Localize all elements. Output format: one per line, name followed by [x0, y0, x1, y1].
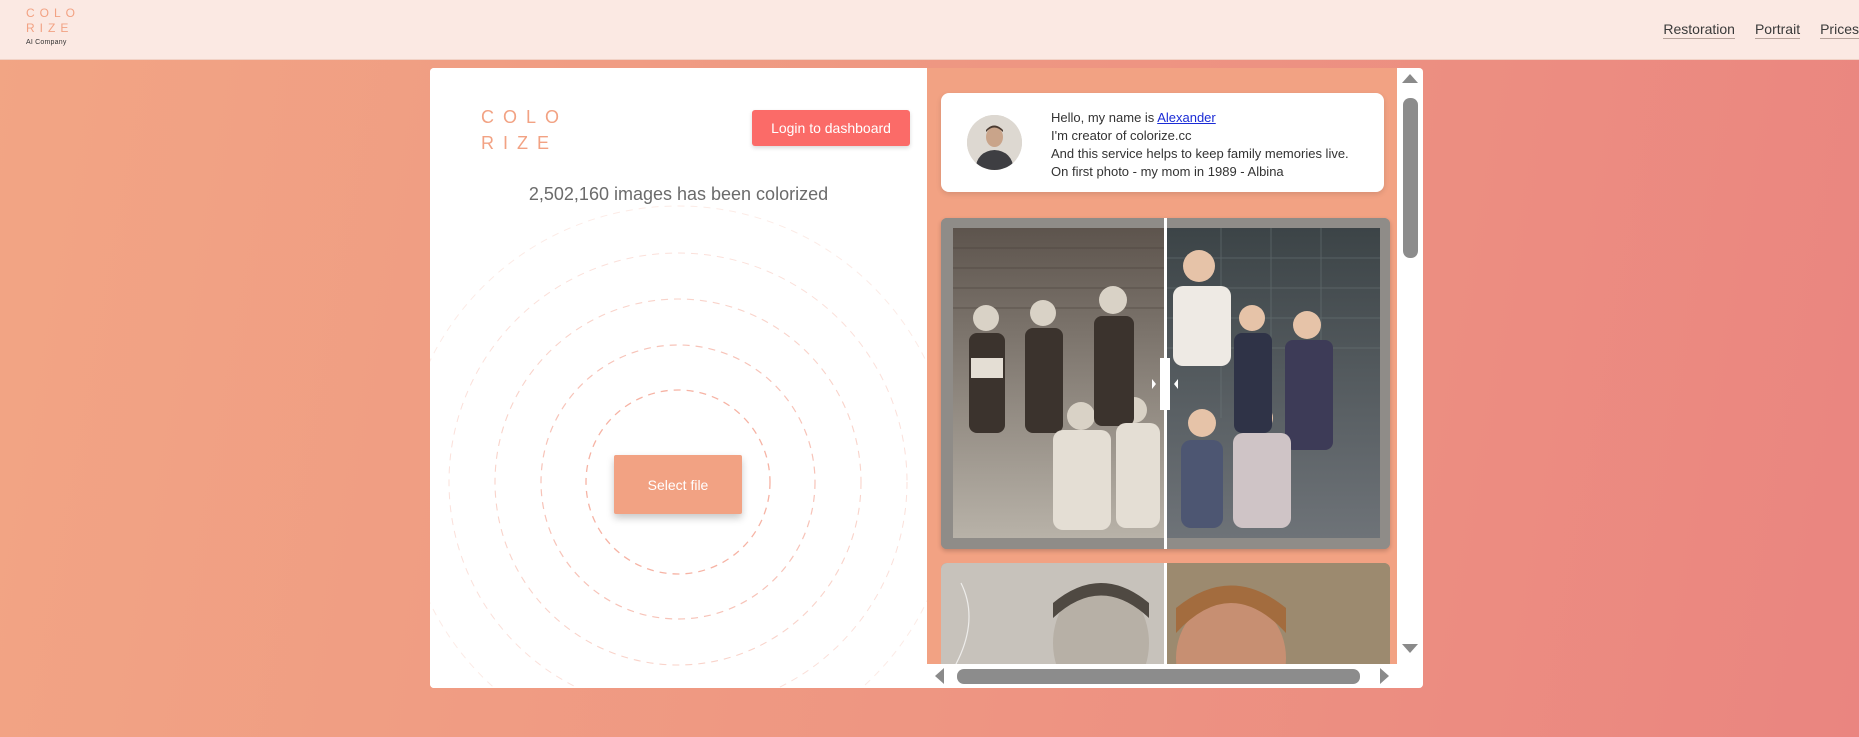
nav-link-portrait[interactable]: Portrait: [1754, 21, 1801, 39]
main-card: COLO RIZE Login to dashboard 2,502,160 i…: [430, 68, 1423, 688]
examples-pane[interactable]: Hello, my name is Alexander I'm creator …: [927, 68, 1423, 688]
brand-line-1: COLO: [26, 6, 81, 20]
logo-line-2: RIZE: [481, 133, 559, 153]
horizontal-scroll-thumb: [957, 669, 1360, 684]
scroll-right-icon: [1380, 668, 1389, 684]
scroll-left-icon: [935, 668, 944, 684]
brand-tagline: AI Company: [26, 39, 67, 46]
brand-line-2: RIZE: [26, 21, 74, 35]
intro-line-4: On first photo - my mom in 1989 - Albina: [1051, 164, 1284, 179]
creator-intro-card: Hello, my name is Alexander I'm creator …: [941, 93, 1384, 192]
ring-5: [430, 205, 927, 688]
nav-link-prices[interactable]: Prices: [1820, 21, 1859, 39]
comparison-image-1: [941, 218, 1390, 549]
creator-avatar: [967, 115, 1022, 170]
creator-intro-text: Hello, my name is Alexander I'm creator …: [1051, 109, 1381, 181]
top-nav-links: Restoration Portrait Prices: [1643, 21, 1859, 39]
vertical-scroll-thumb: [1403, 98, 1418, 258]
vertical-scrollbar[interactable]: [1397, 68, 1423, 664]
nav-link-restoration[interactable]: Restoration: [1663, 21, 1735, 39]
brand-logo[interactable]: COLO RIZE AI Company: [26, 6, 80, 47]
login-to-dashboard-button[interactable]: Login to dashboard: [752, 110, 910, 146]
author-link[interactable]: Alexander: [1157, 110, 1216, 125]
logo-line-1: COLO: [481, 107, 569, 127]
before-after-photo-1[interactable]: [941, 218, 1390, 549]
intro-line-3: And this service helps to keep family me…: [1051, 146, 1349, 161]
drop-zone-rings: [430, 205, 927, 688]
top-navigation-bar: COLO RIZE AI Company Restoration Portrai…: [0, 0, 1859, 60]
scrollbar-corner: [1397, 664, 1423, 688]
intro-greeting: Hello, my name is: [1051, 110, 1158, 125]
upload-pane: COLO RIZE Login to dashboard 2,502,160 i…: [430, 68, 927, 688]
intro-line-2: I'm creator of colorize.cc: [1051, 128, 1192, 143]
horizontal-scrollbar[interactable]: [927, 664, 1397, 688]
colorized-images-counter: 2,502,160 images has been colorized: [528, 184, 829, 204]
intro-line-1: Hello, my name is Alexander: [1051, 109, 1381, 127]
compare-slider-handle: [1160, 358, 1170, 410]
colorize-logo: COLO RIZE: [481, 104, 568, 156]
scroll-up-icon: [1402, 74, 1418, 83]
select-file-button[interactable]: Select file: [614, 455, 742, 514]
scroll-down-icon: [1402, 644, 1418, 653]
